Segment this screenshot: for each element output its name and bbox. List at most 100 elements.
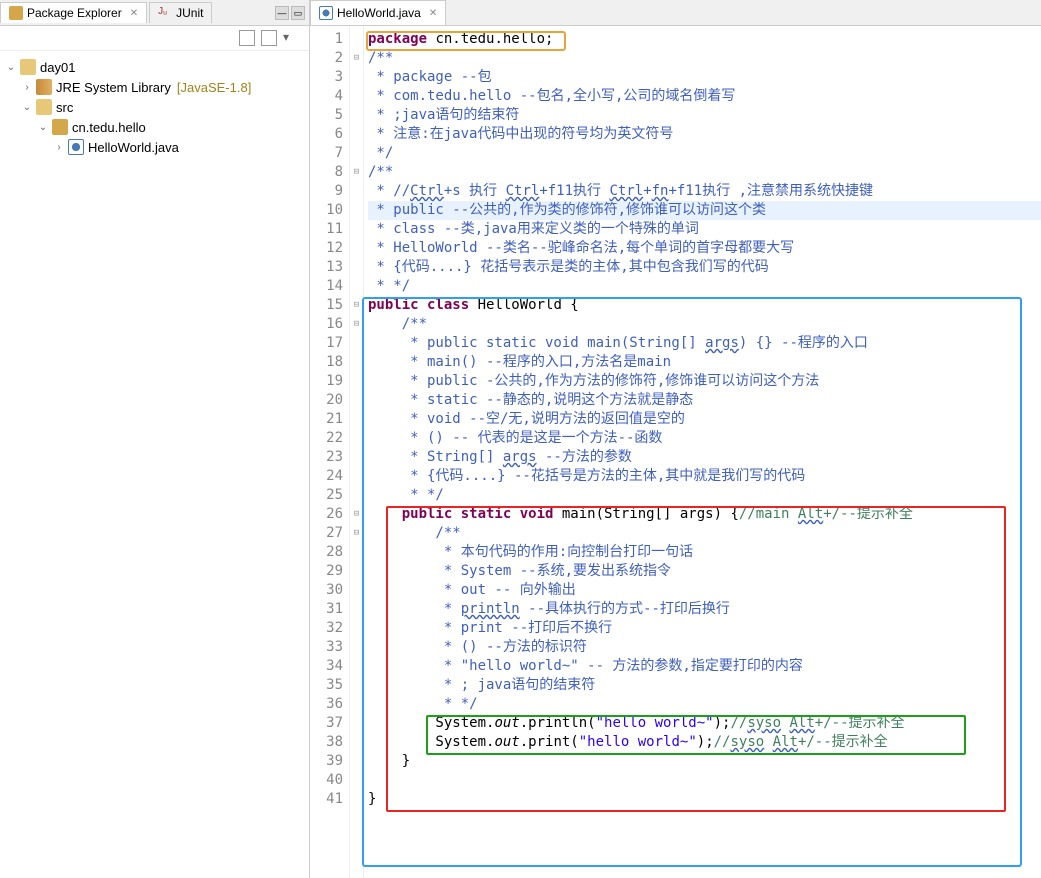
code-line[interactable]: public class HelloWorld { xyxy=(368,296,1041,315)
fold-marker[interactable]: ⊟ xyxy=(350,296,363,315)
code-line[interactable]: public static void main(String[] args) {… xyxy=(368,505,1041,524)
tree-src[interactable]: ⌄ src xyxy=(4,97,305,117)
fold-marker xyxy=(350,581,363,600)
line-number: 34 xyxy=(310,657,343,676)
fold-marker[interactable]: ⊟ xyxy=(350,524,363,543)
tab-junit[interactable]: Jᵤ JUnit xyxy=(149,2,212,23)
line-number: 14 xyxy=(310,277,343,296)
fold-marker xyxy=(350,106,363,125)
code-line[interactable]: * 注意:在java代码中出现的符号均为英文符号 xyxy=(368,125,1041,144)
code-line[interactable]: * HelloWorld --类名--驼峰命名法,每个单词的首字母都要大写 xyxy=(368,239,1041,258)
line-number: 3 xyxy=(310,68,343,87)
line-number: 26 xyxy=(310,505,343,524)
code-line[interactable]: * () --方法的标识符 xyxy=(368,638,1041,657)
code-line[interactable]: /** xyxy=(368,163,1041,182)
tree-project[interactable]: ⌄ day01 xyxy=(4,57,305,77)
view-menu-icon[interactable]: ▾ xyxy=(283,30,299,46)
code-editor[interactable]: 1234567891011121314151617181920212223242… xyxy=(310,26,1041,878)
fold-marker xyxy=(350,429,363,448)
code-line[interactable]: } xyxy=(368,790,1041,809)
code-line[interactable]: /** xyxy=(368,524,1041,543)
editor-tab-helloworld[interactable]: HelloWorld.java ✕ xyxy=(310,0,446,25)
maximize-icon[interactable]: ▭ xyxy=(291,6,305,20)
code-line[interactable]: * */ xyxy=(368,486,1041,505)
code-line[interactable]: * ; java语句的结束符 xyxy=(368,676,1041,695)
collapse-all-icon[interactable] xyxy=(239,30,255,46)
tree-label: HelloWorld.java xyxy=(88,140,179,155)
link-editor-icon[interactable] xyxy=(261,30,277,46)
line-number: 19 xyxy=(310,372,343,391)
line-number: 1 xyxy=(310,30,343,49)
chevron-down-icon[interactable]: ⌄ xyxy=(36,122,50,133)
code-line[interactable]: * class --类,java用来定义类的一个特殊的单词 xyxy=(368,220,1041,239)
editor-panel: HelloWorld.java ✕ 1234567891011121314151… xyxy=(310,0,1041,878)
chevron-down-icon[interactable]: ⌄ xyxy=(4,62,18,73)
code-line[interactable]: * public --公共的,作为类的修饰符,修饰谁可以访问这个类 xyxy=(368,201,1041,220)
fold-marker[interactable]: ⊟ xyxy=(350,315,363,334)
code-line[interactable]: * public static void main(String[] args)… xyxy=(368,334,1041,353)
code-line[interactable]: * println --具体执行的方式--打印后换行 xyxy=(368,600,1041,619)
code-line[interactable]: * {代码....} --花括号是方法的主体,其中就是我们写的代码 xyxy=(368,467,1041,486)
code-line[interactable]: * print --打印后不换行 xyxy=(368,619,1041,638)
code-line[interactable]: /** xyxy=(368,49,1041,68)
code-line[interactable]: /** xyxy=(368,315,1041,334)
code-line[interactable]: * //Ctrl+s 执行 Ctrl+f11执行 Ctrl+fn+f11执行 ,… xyxy=(368,182,1041,201)
fold-marker xyxy=(350,353,363,372)
tab-package-explorer[interactable]: Package Explorer ✕ xyxy=(0,2,147,23)
code-line[interactable]: * package --包 xyxy=(368,68,1041,87)
code-line[interactable]: System.out.print("hello world~");//syso … xyxy=(368,733,1041,752)
code-line[interactable]: * void --空/无,说明方法的返回值是空的 xyxy=(368,410,1041,429)
fold-marker[interactable]: ⊟ xyxy=(350,49,363,68)
tree-label: src xyxy=(56,100,73,115)
code-line[interactable]: * "hello world~" -- 方法的参数,指定要打印的内容 xyxy=(368,657,1041,676)
chevron-right-icon[interactable]: › xyxy=(52,142,66,153)
code-line[interactable]: * {代码....} 花括号表示是类的主体,其中包含我们写的代码 xyxy=(368,258,1041,277)
code-line[interactable]: */ xyxy=(368,144,1041,163)
tab-label: JUnit xyxy=(176,6,203,20)
code-line[interactable]: * () -- 代表的是这是一个方法--函数 xyxy=(368,429,1041,448)
line-number: 17 xyxy=(310,334,343,353)
line-number: 27 xyxy=(310,524,343,543)
line-number: 23 xyxy=(310,448,343,467)
fold-marker xyxy=(350,372,363,391)
line-number: 15 xyxy=(310,296,343,315)
left-tabs-bar: Package Explorer ✕ Jᵤ JUnit — ▭ xyxy=(0,0,309,26)
fold-marker xyxy=(350,87,363,106)
code-line[interactable]: } xyxy=(368,752,1041,771)
panel-controls: — ▭ xyxy=(275,6,309,20)
code-line[interactable]: * */ xyxy=(368,277,1041,296)
library-suffix: [JavaSE-1.8] xyxy=(177,80,251,95)
fold-marker xyxy=(350,619,363,638)
code-line[interactable]: * main() --程序的入口,方法名是main xyxy=(368,353,1041,372)
code-line[interactable]: * out -- 向外输出 xyxy=(368,581,1041,600)
code-line[interactable]: * */ xyxy=(368,695,1041,714)
code-line[interactable]: * String[] args --方法的参数 xyxy=(368,448,1041,467)
tree-library[interactable]: › JRE System Library [JavaSE-1.8] xyxy=(4,77,305,97)
fold-marker xyxy=(350,638,363,657)
tree-package[interactable]: ⌄ cn.tedu.hello xyxy=(4,117,305,137)
code-line[interactable]: package cn.tedu.hello; xyxy=(368,30,1041,49)
close-icon[interactable]: ✕ xyxy=(429,8,437,19)
line-number: 6 xyxy=(310,125,343,144)
code-line[interactable] xyxy=(368,771,1041,790)
minimize-icon[interactable]: — xyxy=(275,6,289,20)
fold-marker xyxy=(350,410,363,429)
code-line[interactable]: System.out.println("hello world~");//sys… xyxy=(368,714,1041,733)
explorer-toolbar: ▾ xyxy=(0,26,309,51)
chevron-right-icon[interactable]: › xyxy=(20,82,34,93)
code-line[interactable]: * public -公共的,作为方法的修饰符,修饰谁可以访问这个方法 xyxy=(368,372,1041,391)
fold-marker[interactable]: ⊟ xyxy=(350,163,363,182)
fold-marker xyxy=(350,125,363,144)
close-icon[interactable]: ✕ xyxy=(130,8,138,19)
line-number: 38 xyxy=(310,733,343,752)
code-line[interactable]: * System --系统,要发出系统指令 xyxy=(368,562,1041,581)
fold-marker[interactable]: ⊟ xyxy=(350,505,363,524)
code-area[interactable]: package cn.tedu.hello;/** * package --包 … xyxy=(364,26,1041,878)
code-line[interactable]: * ;java语句的结束符 xyxy=(368,106,1041,125)
code-line[interactable]: * 本句代码的作用:向控制台打印一句话 xyxy=(368,543,1041,562)
code-line[interactable]: * com.tedu.hello --包名,全小写,公司的域名倒着写 xyxy=(368,87,1041,106)
chevron-down-icon[interactable]: ⌄ xyxy=(20,102,34,113)
code-line[interactable]: * static --静态的,说明这个方法就是静态 xyxy=(368,391,1041,410)
package-explorer-icon xyxy=(9,6,23,20)
tree-file[interactable]: › HelloWorld.java xyxy=(4,137,305,157)
